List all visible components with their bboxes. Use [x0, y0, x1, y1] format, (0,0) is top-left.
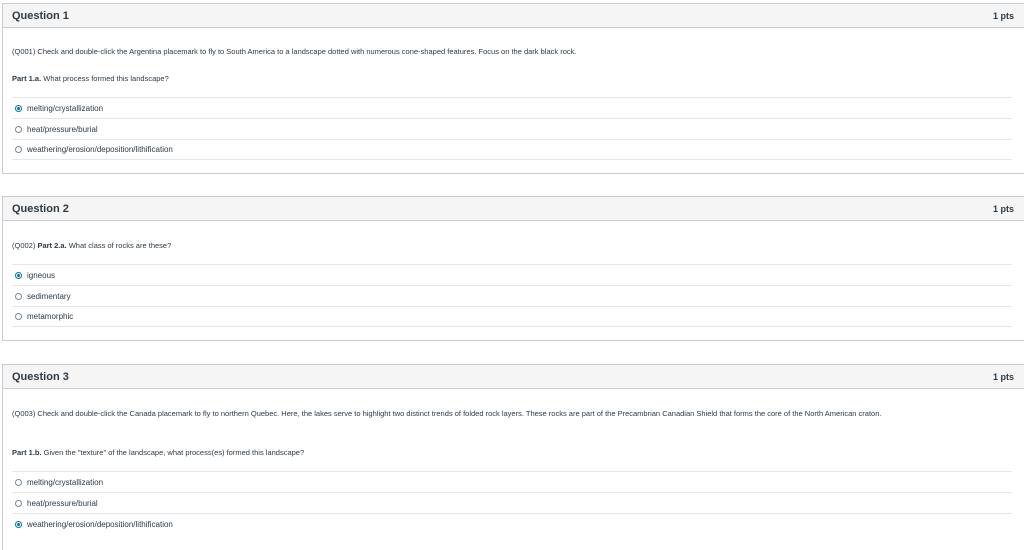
question-title: Question 2 [12, 202, 69, 215]
part-text: Given the "texture" of the landscape, wh… [41, 448, 305, 457]
radio-icon[interactable] [15, 146, 22, 153]
question-part: Part 1.a. What process formed this lands… [12, 73, 1004, 84]
answer-option[interactable]: sedimentary [12, 285, 1012, 306]
answer-list: igneous sedimentary metamorphic [12, 264, 1012, 327]
radio-icon[interactable] [15, 478, 22, 486]
question-2: Question 2 1 pts (Q002) Part 2.a. What c… [2, 196, 1024, 341]
radio-selected-icon[interactable] [15, 520, 22, 528]
question-1: Question 1 1 pts (Q001) Check and double… [2, 3, 1024, 174]
part-label: Part 1.b. [12, 448, 42, 457]
answer-option[interactable]: heat/pressure/burial [12, 492, 1012, 513]
question-header: Question 3 1 pts [3, 365, 1024, 389]
question-prompt: (Q003) Check and double-click the Canada… [12, 409, 882, 418]
part-text: What process formed this landscape? [41, 74, 169, 83]
question-text: (Q003) Check and double-click the Canada… [12, 408, 1000, 419]
radio-icon[interactable] [15, 313, 22, 320]
answer-option[interactable]: weathering/erosion/deposition/lithificat… [12, 139, 1012, 160]
question-header: Question 2 1 pts [3, 197, 1024, 221]
answer-label: metamorphic [27, 312, 74, 321]
answer-list: melting/crystallization heat/pressure/bu… [12, 471, 1012, 534]
radio-selected-icon[interactable] [15, 104, 22, 112]
radio-icon[interactable] [15, 292, 22, 300]
answer-option[interactable]: melting/crystallization [12, 471, 1012, 492]
question-prompt: (Q002) [12, 241, 36, 250]
question-title: Question 3 [12, 370, 69, 383]
question-title: Question 1 [12, 9, 69, 22]
answer-option[interactable]: melting/crystallization [12, 97, 1012, 118]
question-points: 1 pts [992, 371, 1014, 382]
question-text: (Q001) Check and double-click the Argent… [12, 46, 1004, 57]
answer-label: weathering/erosion/deposition/lithificat… [27, 519, 173, 529]
radio-icon[interactable] [15, 499, 22, 507]
answer-option[interactable]: heat/pressure/burial [12, 118, 1012, 139]
answer-label: heat/pressure/burial [27, 498, 98, 508]
answer-option[interactable]: metamorphic [12, 306, 1012, 327]
part-text: What class of rocks are these? [66, 241, 172, 250]
answer-label: sedimentary [27, 291, 71, 301]
question-header: Question 1 1 pts [3, 4, 1024, 28]
answer-option[interactable]: igneous [12, 264, 1012, 285]
question-prompt: (Q001) Check and double-click the Argent… [12, 47, 577, 56]
question-part: (Q002) Part 2.a. What class of rocks are… [12, 240, 1004, 251]
question-part: Part 1.b. Given the "texture" of the lan… [12, 447, 1004, 458]
answer-label: weathering/erosion/deposition/lithificat… [27, 145, 173, 154]
question-points: 1 pts [992, 10, 1014, 21]
answer-label: melting/crystallization [27, 103, 104, 113]
answer-label: igneous [27, 270, 56, 280]
question-3: Question 3 1 pts (Q003) Check and double… [2, 364, 1024, 550]
part-label: Part 1.a. [12, 74, 42, 83]
radio-icon[interactable] [15, 125, 22, 133]
part-label: Part 2.a. [37, 241, 67, 250]
answer-label: heat/pressure/burial [27, 124, 98, 134]
answer-option[interactable]: weathering/erosion/deposition/lithificat… [12, 513, 1012, 534]
question-points: 1 pts [992, 203, 1014, 214]
answer-label: melting/crystallization [27, 477, 104, 487]
radio-selected-icon[interactable] [15, 271, 22, 279]
answer-list: melting/crystallization heat/pressure/bu… [12, 97, 1012, 160]
